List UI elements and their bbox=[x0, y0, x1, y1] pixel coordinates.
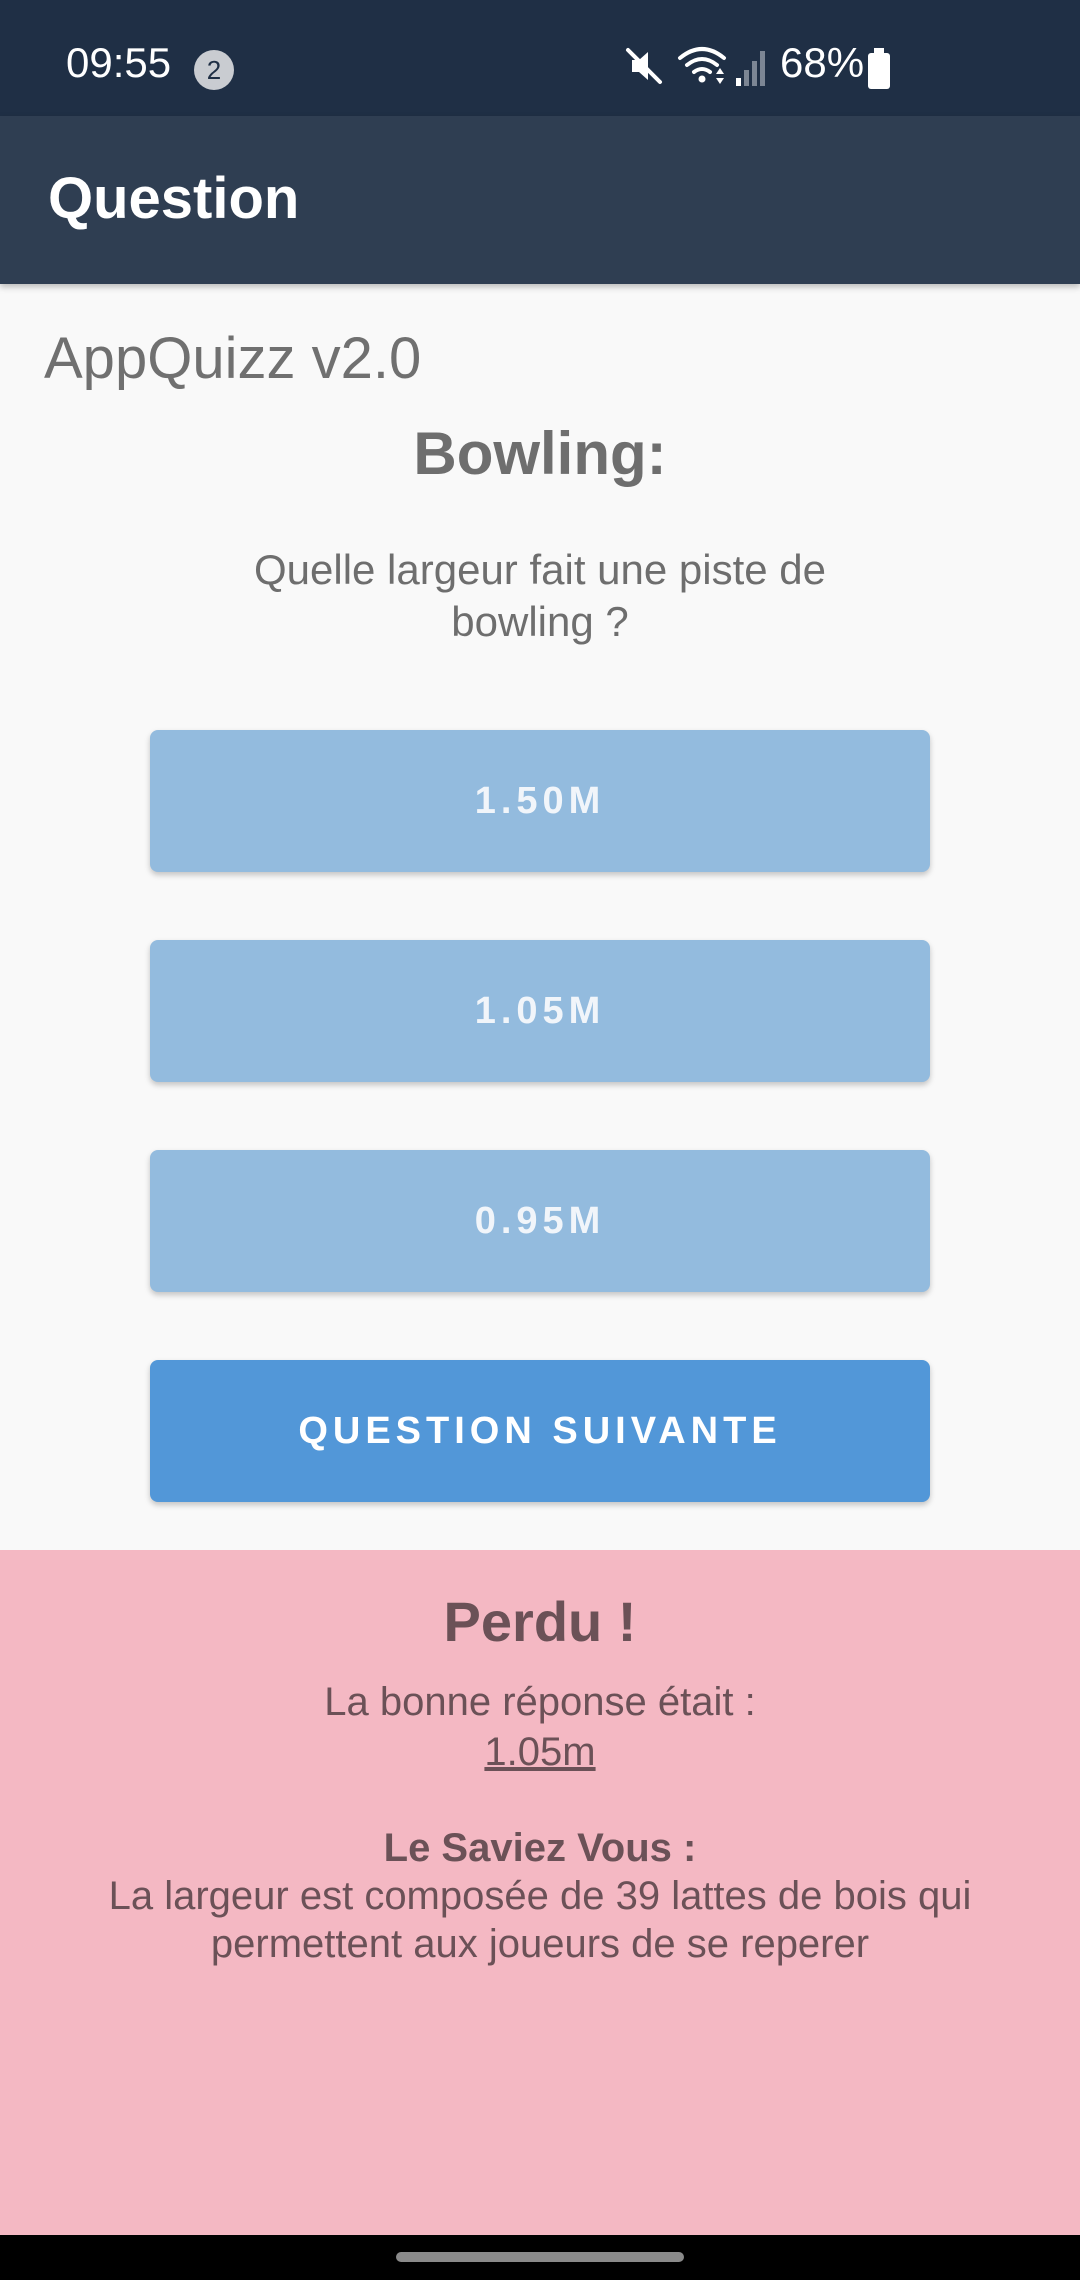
status-time: 09:55 bbox=[66, 39, 172, 86]
battery-icon bbox=[868, 48, 890, 89]
wifi-icon bbox=[678, 47, 726, 84]
fact-title: Le Saviez Vous : bbox=[383, 1826, 697, 1870]
app-bar-title: Question bbox=[48, 166, 300, 231]
result-title: Perdu ! bbox=[443, 1590, 637, 1653]
navigation-bar bbox=[0, 2235, 1080, 2280]
status-bar: 09:55 2 68% bbox=[0, 0, 1080, 116]
signal-icon bbox=[736, 51, 765, 86]
answer-button-1[interactable]: 1.50M bbox=[150, 730, 930, 872]
result-panel: Perdu ! La bonne réponse était : 1.05m L… bbox=[0, 1550, 1080, 2235]
app-bar: Question bbox=[0, 116, 1080, 284]
fact-text: La largeur est composée de 39 lattes de … bbox=[108, 1874, 972, 1966]
correct-answer-prefix: La bonne réponse était : bbox=[324, 1680, 756, 1724]
question-text: Quelle largeur fait une piste de bowling… bbox=[253, 546, 827, 645]
next-question-button[interactable]: QUESTION SUIVANTE bbox=[150, 1360, 930, 1502]
app-version-label: AppQuizz v2.0 bbox=[44, 326, 422, 391]
notification-count-badge: 2 bbox=[194, 50, 234, 90]
correct-answer-value: 1.05m bbox=[484, 1730, 596, 1774]
home-gesture-handle[interactable] bbox=[396, 2252, 684, 2262]
answer-button-3[interactable]: 0.95M bbox=[150, 1150, 930, 1292]
battery-percentage: 68% bbox=[780, 39, 865, 86]
mute-icon bbox=[626, 48, 662, 84]
category-title: Bowling: bbox=[413, 420, 667, 487]
answer-button-2[interactable]: 1.05M bbox=[150, 940, 930, 1082]
